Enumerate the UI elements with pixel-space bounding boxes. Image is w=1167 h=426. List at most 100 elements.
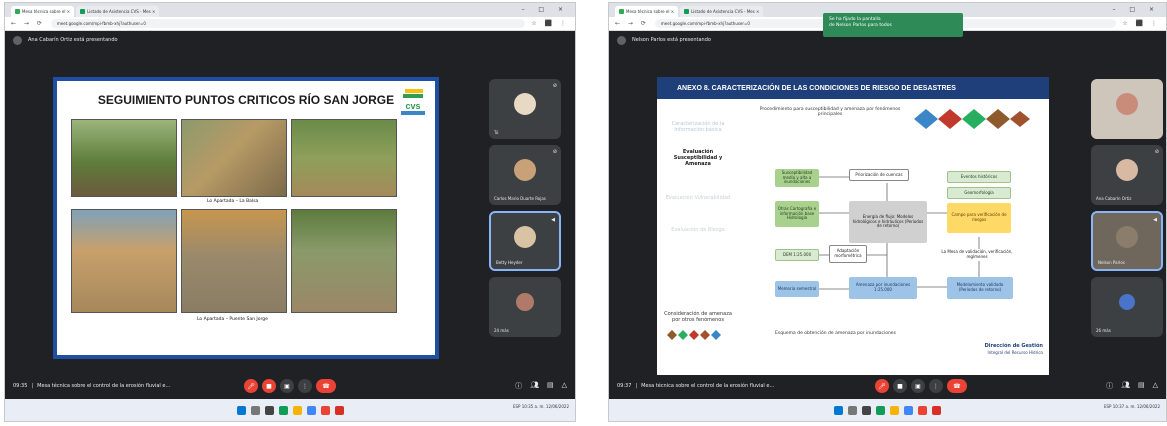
avatar (1119, 294, 1135, 311)
photo-riverbank-3 (291, 119, 397, 197)
people-icon[interactable]: 👥︎ (1121, 381, 1130, 391)
present-button[interactable]: ▣ (910, 379, 925, 393)
tab-attendance[interactable]: Listado de Asistencia CVS - Mes × (76, 6, 160, 17)
box-susceptibilidad: Susceptibilidad media y alta a inundacio… (775, 169, 819, 187)
tab-attendance[interactable]: Listado de Asistencia CVS - Mes × (680, 6, 764, 17)
mic-off-icon: ⊘ (1154, 149, 1159, 155)
end-call-button[interactable]: ☎ (316, 379, 336, 393)
avatar (1116, 93, 1138, 116)
pin-icon[interactable]: ◀ (1153, 217, 1157, 223)
more-options-button[interactable]: ⋮ (928, 379, 943, 393)
box-eventos: Eventos históricos (947, 171, 1011, 183)
cvs-logo-icon: cvs (401, 89, 425, 115)
participant-name: Ana Cabarín Ortiz (1096, 196, 1132, 201)
meeting-stage: ANEXO 8. CARACTERIZACIÓN DE LAS CONDICIO… (609, 51, 1166, 375)
people-icon[interactable]: 👥︎ (530, 381, 539, 391)
tab-label: Mesa técnica sobre el × (22, 9, 71, 14)
store-icon[interactable] (904, 405, 913, 415)
end-call-button[interactable]: ☎ (946, 379, 967, 393)
chat-icon[interactable]: ▤ (547, 381, 554, 391)
presenter-label: Ana Cabarín Ortiz está presentando (28, 37, 118, 43)
camera-button[interactable]: ■ (892, 379, 907, 393)
address-bar: ← → ⟳ meet.google.com/mpi-fbmb-xhj?authu… (5, 17, 575, 31)
participant-tile-active[interactable]: ◀ Nelson Parlos (1091, 211, 1163, 271)
chrome-icon[interactable] (320, 405, 330, 415)
participant-tile-more[interactable]: 26 más (1091, 277, 1163, 337)
window-controls[interactable]: – □ × (1112, 6, 1160, 13)
search-icon[interactable] (848, 405, 857, 415)
chat-icon[interactable]: ▤ (1138, 381, 1145, 391)
footer-org-sub: Integral del Recurso Hídrico (987, 350, 1043, 355)
extension-icons[interactable]: ☆ ⬛ ⋮ (531, 20, 569, 27)
folder-icon[interactable] (890, 405, 899, 415)
mic-button[interactable]: 🎤︎ (874, 379, 889, 393)
divider: | (635, 383, 638, 389)
meeting-stage: SEGUIMIENTO PUNTOS CRITICOS RÍO SAN JORG… (5, 51, 575, 371)
start-icon[interactable] (834, 405, 843, 415)
box-factores: La Mesa de validación, verificación, reg… (937, 249, 1017, 261)
activities-icon[interactable]: △ (562, 381, 567, 391)
meeting-title: Mesa técnica sobre el control de la eros… (641, 383, 775, 389)
tray-clock: ESP 10:35 a. m. 12/06/2022 (512, 404, 569, 409)
photo-caption-top: Lo Apartada – La Balsa (207, 199, 259, 204)
tab-meet[interactable]: Mesa técnica sobre el × (11, 6, 75, 17)
participant-tile[interactable]: ⊘ Ana Cabarín Ortiz (1091, 145, 1163, 205)
taskview-icon[interactable] (264, 405, 274, 415)
participant-tile-more[interactable]: 24 más (489, 277, 561, 337)
avatar (516, 293, 534, 312)
tab-meet[interactable]: Mesa técnica sobre el × (615, 6, 679, 17)
folder-icon[interactable] (292, 405, 302, 415)
participant-name: Betty Heyder (496, 260, 523, 265)
meeting-time: 09:35 (13, 383, 28, 389)
start-icon[interactable] (236, 405, 246, 415)
participant-name: Tú (494, 130, 499, 135)
participant-tile[interactable]: ⊘ Tú (489, 79, 561, 139)
camera-button[interactable]: ■ (262, 379, 276, 393)
system-tray: ESP 10:35 a. m. 12/06/2022 (513, 404, 569, 409)
app-icon[interactable] (334, 405, 344, 415)
edge-icon[interactable] (876, 405, 885, 415)
windows-taskbar: ESP 10:37 a. m. 12/06/2022 (609, 399, 1166, 421)
info-icon[interactable]: ⓘ (515, 381, 522, 391)
chrome-icon[interactable] (918, 405, 927, 415)
diagram-caption: Esquema de obtención de amenaza por inun… (775, 331, 896, 336)
footer-org-title: Dirección de Gestión (984, 343, 1043, 349)
box-energia-flujo: Energía de flujo: Modelos hidrológicos e… (849, 201, 927, 243)
avatar (514, 93, 536, 116)
window-controls[interactable]: – □ × (521, 6, 569, 13)
avatar (617, 35, 626, 45)
nav-buttons[interactable]: ← → ⟳ (615, 20, 649, 27)
photo-riverbank-1 (71, 119, 177, 197)
activities-icon[interactable]: △ (1153, 381, 1158, 391)
meeting-time: 09:37 (617, 383, 632, 389)
mic-off-icon: ⊘ (552, 149, 557, 155)
tray-clock: ESP 10:37 a. m. 12/06/2022 (1103, 404, 1160, 409)
pin-icon[interactable]: ◀ (551, 217, 555, 223)
participant-tile[interactable]: ⊘ Carlos Mario Duarte Rojas (489, 145, 561, 205)
avatar (1116, 225, 1138, 248)
box-priorizacion: Priorización de cuencas (849, 169, 909, 181)
participant-tile[interactable] (1091, 79, 1163, 139)
app-icon[interactable] (932, 405, 941, 415)
taskview-icon[interactable] (862, 405, 871, 415)
screenshot-left: Mesa técnica sobre el × Listado de Asist… (4, 2, 576, 422)
meeting-controls: 09:37 | Mesa técnica sobre el control de… (609, 373, 1166, 399)
present-button[interactable]: ▣ (280, 379, 294, 393)
store-icon[interactable] (306, 405, 316, 415)
avatar (13, 35, 22, 45)
participant-tile-active[interactable]: ◀ Betty Heyder (489, 211, 561, 271)
mic-button[interactable]: 🎤︎ (244, 379, 258, 393)
edge-icon[interactable] (278, 405, 288, 415)
photo-flood-3 (291, 209, 397, 313)
url-field[interactable]: meet.google.com/mpi-fbmb-xhj?authuser=0 (50, 19, 526, 28)
more-options-button[interactable]: ⋮ (298, 379, 312, 393)
box-campo: Campo para verificación de riesgos (947, 203, 1011, 233)
windows-taskbar: ESP 10:35 a. m. 12/06/2022 (5, 399, 575, 421)
photo-caption-bottom: Lo Apartada – Puente San Jorge (197, 317, 268, 322)
system-tray: ESP 10:37 a. m. 12/06/2022 (1104, 404, 1160, 409)
info-icon[interactable]: ⓘ (1106, 381, 1113, 391)
search-icon[interactable] (250, 405, 260, 415)
nav-buttons[interactable]: ← → ⟳ (11, 20, 45, 27)
extension-icons[interactable]: ☆ ⬛ ⋮ (1122, 20, 1160, 27)
notification-line: de Nelson Parlos para todos (829, 23, 892, 29)
